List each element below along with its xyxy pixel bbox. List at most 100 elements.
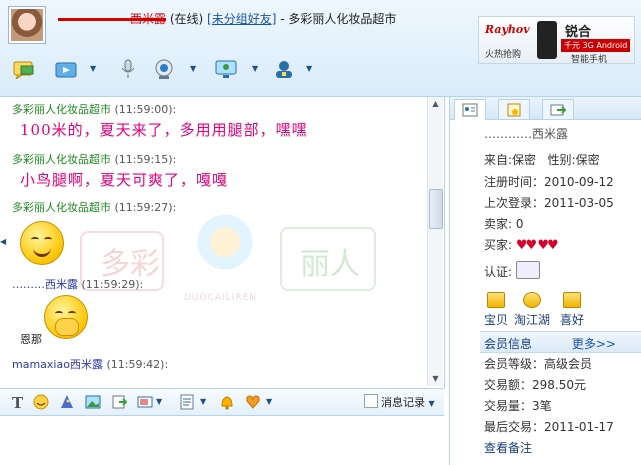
member-level-row: 会员等级：高级会员 bbox=[484, 355, 592, 372]
video-button[interactable] bbox=[150, 56, 178, 82]
window-title: ——————西米露 (在线) [未分组好友] - 多彩丽人化妆品超市 bbox=[58, 10, 396, 27]
treasure-icon bbox=[487, 292, 505, 308]
send-file-button[interactable] bbox=[10, 56, 38, 82]
transfer-button[interactable] bbox=[52, 56, 80, 82]
history-dropdown-arrow[interactable]: ▼ bbox=[429, 399, 435, 408]
last-trade-row: 最后交易：2011-01-17 bbox=[484, 418, 614, 435]
font-button[interactable]: T bbox=[8, 393, 26, 411]
history-label: 消息记录 bbox=[381, 396, 425, 409]
member-more-link[interactable]: 更多>> bbox=[572, 335, 616, 352]
heart-button[interactable] bbox=[244, 393, 262, 411]
screenshot-icon bbox=[137, 396, 153, 408]
register-row: 注册时间：2010-09-12 bbox=[484, 173, 614, 190]
ad-brand: Rayhov bbox=[485, 23, 530, 36]
group-link[interactable]: [未分组好友] bbox=[207, 12, 276, 26]
screenshot-dropdown-arrow[interactable]: ▼ bbox=[156, 397, 162, 406]
banner-ad[interactable]: Rayhov 火热抢购 锐合 千元 3G Android 智能手机 bbox=[478, 16, 635, 65]
scroll-down-icon[interactable]: ▼ bbox=[428, 372, 443, 386]
message-time: (11:59:27): bbox=[114, 201, 177, 214]
app-button[interactable] bbox=[270, 56, 298, 82]
view-notes-link[interactable]: 查看备注 bbox=[484, 439, 532, 456]
message-header: 多彩丽人化妆品超市 (11:59:27): bbox=[12, 199, 176, 215]
cert-label: 认证: bbox=[484, 265, 513, 279]
from-label: 来自: bbox=[484, 153, 513, 167]
scroll-up-icon[interactable]: ▲ bbox=[428, 97, 443, 111]
message-history-button[interactable]: 消息记录 ▼ bbox=[364, 394, 435, 410]
edit-button[interactable] bbox=[178, 393, 196, 411]
emoticon-button[interactable] bbox=[32, 393, 50, 411]
document-icon bbox=[507, 103, 521, 116]
service-label: 喜好 bbox=[560, 313, 585, 327]
scroll-thumb[interactable] bbox=[429, 189, 443, 229]
image-button[interactable] bbox=[84, 393, 102, 411]
app-dropdown-arrow[interactable]: ▼ bbox=[306, 64, 312, 73]
favorites-icon bbox=[563, 292, 581, 308]
tab-profile[interactable] bbox=[454, 99, 486, 120]
microphone-icon bbox=[121, 59, 135, 78]
assist-dropdown-arrow[interactable]: ▼ bbox=[252, 64, 258, 73]
forward-icon bbox=[550, 104, 566, 115]
message-time: (11:59:42): bbox=[106, 358, 169, 371]
message-sender: 多彩丽人化妆品超市 bbox=[12, 103, 111, 116]
transfer-dropdown-arrow[interactable]: ▼ bbox=[90, 64, 96, 73]
file-button[interactable] bbox=[110, 393, 128, 411]
message-text: 100米的，夏天来了，多用用腿部，嘿嘿 bbox=[20, 121, 308, 139]
picture-icon bbox=[85, 395, 101, 409]
magic-button[interactable] bbox=[58, 393, 76, 411]
bell-icon bbox=[221, 396, 233, 410]
send-message-icon bbox=[13, 61, 34, 79]
notepad-icon bbox=[180, 394, 194, 410]
remote-assist-button[interactable] bbox=[212, 56, 240, 82]
voice-button[interactable] bbox=[114, 56, 142, 82]
level-label: 会员等级： bbox=[484, 357, 545, 371]
send-file-icon bbox=[112, 395, 127, 409]
tab-files[interactable] bbox=[542, 99, 574, 119]
service-item[interactable]: 喜好 bbox=[560, 292, 584, 328]
smiley-icon bbox=[33, 394, 49, 410]
last-login-value: 2011-03-05 bbox=[544, 196, 614, 210]
message-header: 多彩丽人化妆品超市 (11:59:00): bbox=[12, 101, 176, 117]
screenshot-button[interactable] bbox=[136, 393, 154, 411]
watermark-flower bbox=[190, 207, 260, 277]
font-icon: T bbox=[12, 394, 24, 410]
edit-dropdown-arrow[interactable]: ▼ bbox=[200, 397, 206, 406]
last-trade-label: 最后交易： bbox=[484, 420, 545, 434]
message-header: mamaxiao西米露 (11:59:42): bbox=[12, 356, 168, 372]
heart-icon bbox=[246, 395, 260, 409]
origin-gender-row: 来自:保密 性别:保密 bbox=[484, 151, 600, 168]
cert-row: 认证: bbox=[484, 261, 540, 280]
message-header: ………西米露 (11:59:29): bbox=[12, 276, 143, 292]
online-status: (在线) bbox=[169, 12, 204, 26]
webcam-icon bbox=[155, 59, 173, 79]
ad-product: 锐合 bbox=[565, 25, 592, 40]
cover-mouth-emoticon bbox=[44, 295, 88, 339]
message-input[interactable] bbox=[0, 416, 444, 465]
ad-left-text: 火热抢购 bbox=[485, 50, 522, 60]
tab-orders[interactable] bbox=[498, 99, 530, 119]
message-time: (11:59:29): bbox=[81, 278, 144, 291]
chat-scrollbar[interactable]: ▲ ▼ bbox=[427, 97, 443, 386]
gender-label: 性别: bbox=[547, 153, 576, 167]
ad-sub: 智能手机 bbox=[571, 55, 608, 65]
service-item[interactable]: 淘江湖 bbox=[514, 292, 550, 328]
contact-avatar[interactable] bbox=[8, 6, 46, 44]
svg-text:T: T bbox=[12, 394, 24, 410]
service-label: 宝贝 bbox=[484, 313, 509, 327]
video-dropdown-arrow[interactable]: ▼ bbox=[190, 64, 196, 73]
watermark-text-right: 丽人 bbox=[300, 247, 360, 282]
chat-history[interactable]: 多彩 丽人 DUOCAILIREN 多彩丽人化妆品超市 (11:59:00): … bbox=[0, 97, 445, 388]
title-separator: - bbox=[276, 12, 289, 26]
buyer-heart-icon: ♥♥ ♥♥ bbox=[515, 238, 559, 253]
collapse-arrow-icon[interactable]: ◀ bbox=[0, 237, 6, 251]
watermark-subtext: DUOCAILIREN bbox=[184, 293, 258, 303]
id-certified-icon[interactable] bbox=[515, 261, 540, 279]
profile-name: …………西米露 bbox=[484, 127, 569, 141]
count-label: 交易量： bbox=[484, 399, 533, 413]
shake-button[interactable] bbox=[218, 393, 236, 411]
level-value: 高级会员 bbox=[544, 357, 593, 371]
message-sender: ………西米露 bbox=[12, 278, 78, 291]
message-sender: mamaxiao西米露 bbox=[12, 358, 103, 371]
profile-panel: …………西米露 来自:保密 性别:保密 注册时间：2010-09-12 上次登录… bbox=[449, 97, 641, 465]
heart-dropdown-arrow[interactable]: ▼ bbox=[266, 397, 272, 406]
service-item[interactable]: 宝贝 bbox=[484, 292, 508, 328]
